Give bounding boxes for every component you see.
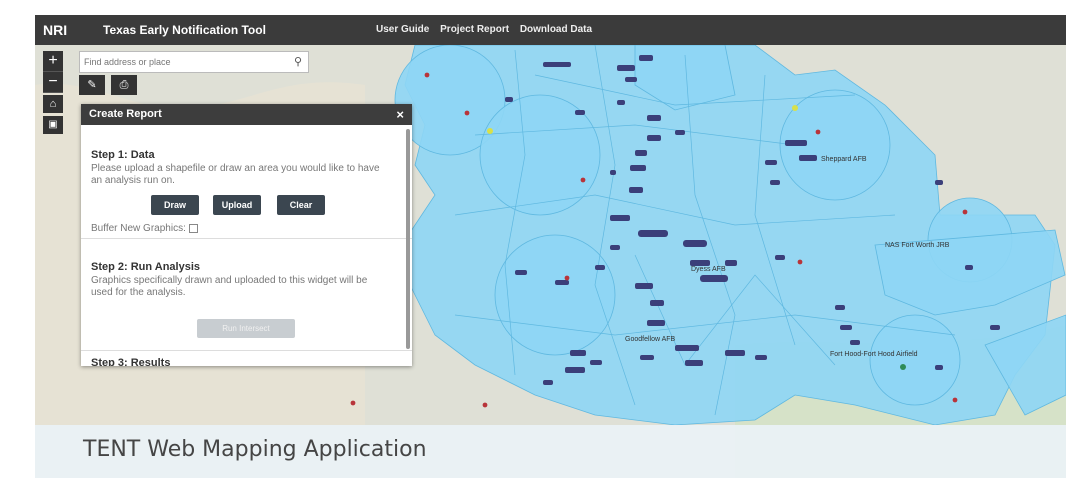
home-button[interactable]: ⌂ [43,95,63,113]
home-icon: ⌂ [49,98,57,110]
nri-logo: NRI [43,22,68,38]
search-input[interactable] [84,55,274,69]
header-nav: User Guide Project Report Download Data [376,24,600,35]
header-bar: NRI Texas Early Notification Tool User G… [35,15,1066,45]
search-box: ⚲ [79,51,309,73]
app-title: Texas Early Notification Tool [103,23,266,37]
title-banner: TENT Web Mapping Application [35,425,1066,478]
buffer-label: Buffer New Graphics: [91,223,186,234]
step1-title: Step 1: Data [91,149,155,161]
print-icon: ⎙ [119,79,129,91]
create-report-panel: Create Report × Step 1: Data Please uplo… [81,104,412,366]
zoom-out-button[interactable]: − [43,72,63,93]
map-label: Goodfellow AFB [625,336,676,343]
close-icon[interactable]: × [396,104,404,125]
pencil-icon: ✎ [87,79,97,91]
step3-title: Step 3: Results [91,357,171,366]
print-button[interactable]: ⎙ [111,75,137,95]
nav-download-data[interactable]: Download Data [520,24,592,35]
banner-title: TENT Web Mapping Application [83,437,427,462]
locate-button[interactable]: ▣ [43,116,63,134]
panel-header: Create Report × [81,104,412,125]
map-label: Dyess AFB [691,266,726,273]
buffer-checkbox[interactable] [188,223,198,233]
nav-project-report[interactable]: Project Report [440,24,509,35]
map-label: Fort Hood-Fort Hood Airfield [830,351,918,358]
run-intersect-button[interactable]: Run Intersect [197,319,295,338]
divider [81,238,412,239]
zoom-controls: + − [43,51,63,93]
panel-scrollbar[interactable] [406,129,410,349]
upload-button[interactable]: Upload [213,195,261,215]
locate-icon: ▣ [48,119,58,130]
draw-tool-button[interactable]: ✎ [79,75,105,95]
buffer-option: Buffer New Graphics: [91,223,198,234]
map-label: NAS Fort Worth JRB [885,242,950,249]
panel-title: Create Report [89,108,162,120]
step2-title: Step 2: Run Analysis [91,261,201,273]
search-icon[interactable]: ⚲ [294,55,302,68]
step2-description: Graphics specifically drawn and uploaded… [91,275,368,298]
map-label: Sheppard AFB [821,156,867,163]
step1-description: Please upload a shapefile or draw an are… [91,163,380,186]
divider [81,350,412,351]
zoom-in-button[interactable]: + [43,51,63,72]
app-frame: Sheppard AFB Dyess AFB NAS Fort Worth JR… [35,15,1066,478]
nav-user-guide[interactable]: User Guide [376,24,429,35]
clear-button[interactable]: Clear [277,195,325,215]
draw-button[interactable]: Draw [151,195,199,215]
